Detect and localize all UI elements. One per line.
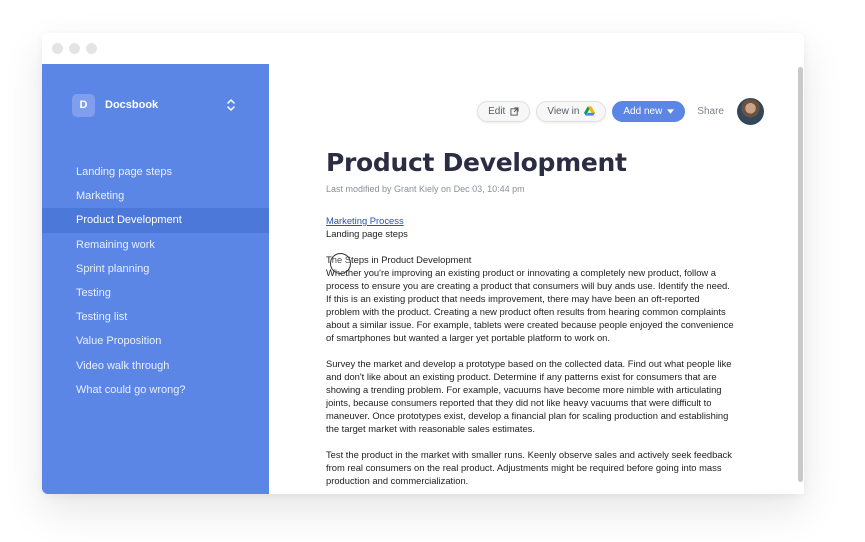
view-in-button[interactable]: View in	[536, 100, 607, 122]
app-window: D Docsbook Landing page steps Marketing …	[42, 33, 804, 494]
share-link[interactable]: Share	[697, 106, 724, 117]
sidebar-item-product-development[interactable]: Product Development	[42, 208, 269, 233]
add-new-button[interactable]: Add new	[612, 100, 686, 122]
sidebar-item-landing-page-steps[interactable]: Landing page steps	[42, 160, 269, 184]
mouse-cursor-indicator	[330, 253, 351, 274]
avatar[interactable]	[737, 98, 764, 125]
body-line: Landing page steps	[326, 228, 408, 239]
scrollbar[interactable]	[798, 67, 803, 482]
body-paragraph: Whether you're improving an existing pro…	[326, 267, 734, 343]
google-drive-icon	[584, 106, 596, 116]
body-paragraph: Survey the market and develop a prototyp…	[326, 358, 732, 434]
page-title: Product Development	[326, 148, 627, 177]
brand-logo: D	[72, 93, 95, 117]
section-heading: The Steps in Product Development	[326, 254, 472, 265]
sidebar-item-sprint-planning[interactable]: Sprint planning	[42, 257, 269, 281]
brand-name: Docsbook	[105, 99, 159, 111]
main-content: Edit View in Add new Share Product Devel…	[269, 64, 804, 494]
sidebar-item-video-walk-through[interactable]: Video walk through	[42, 354, 269, 378]
chevron-up-down-icon[interactable]	[226, 97, 236, 113]
caret-down-icon	[667, 108, 675, 114]
document-body: Marketing Process Landing page steps The…	[326, 214, 736, 487]
add-new-button-label: Add new	[623, 105, 663, 117]
sidebar-item-what-could-go-wrong[interactable]: What could go wrong?	[42, 378, 269, 402]
view-in-button-label: View in	[547, 105, 580, 117]
window-titlebar	[42, 33, 804, 64]
sidebar-item-marketing[interactable]: Marketing	[42, 184, 269, 208]
edit-button-label: Edit	[488, 105, 506, 117]
brand[interactable]: D Docsbook	[72, 93, 158, 117]
window-dot-close[interactable]	[52, 43, 63, 54]
sidebar-nav: Landing page steps Marketing Product Dev…	[42, 160, 269, 402]
edit-button[interactable]: Edit	[477, 100, 531, 122]
sidebar-item-remaining-work[interactable]: Remaining work	[42, 233, 269, 257]
toolbar: Edit View in Add new Share	[477, 100, 724, 122]
body-paragraph: Test the product in the market with smal…	[326, 449, 732, 486]
marketing-process-link[interactable]: Marketing Process	[326, 215, 404, 226]
sidebar: D Docsbook Landing page steps Marketing …	[42, 64, 269, 494]
window-dot-minimize[interactable]	[69, 43, 80, 54]
last-modified: Last modified by Grant Kiely on Dec 03, …	[326, 184, 525, 194]
external-link-icon	[510, 106, 519, 116]
window-dot-maximize[interactable]	[86, 43, 97, 54]
sidebar-item-testing-list[interactable]: Testing list	[42, 305, 269, 329]
sidebar-item-value-proposition[interactable]: Value Proposition	[42, 329, 269, 353]
sidebar-item-testing[interactable]: Testing	[42, 281, 269, 305]
